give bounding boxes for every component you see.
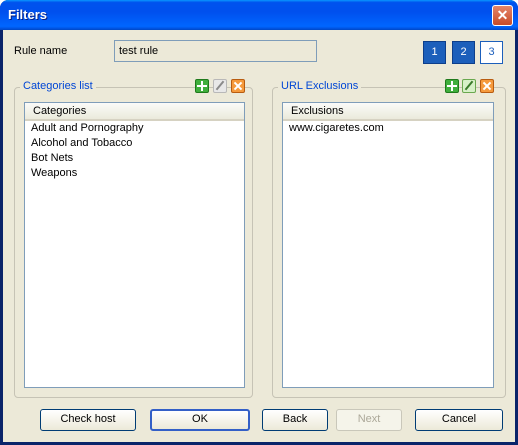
url-exclusions-group-label: URL Exclusions (278, 80, 362, 92)
dialog-body: Rule name 1 2 3 Categories list Categori… (3, 30, 515, 442)
rule-name-input[interactable] (114, 40, 317, 62)
page-button-1[interactable]: 1 (423, 41, 446, 64)
delete-exclusion-icon[interactable] (480, 79, 494, 93)
title-bar[interactable]: Filters ✕ (0, 0, 518, 30)
edit-exclusion-icon[interactable] (462, 79, 476, 93)
list-item[interactable]: Alcohol and Tobacco (25, 136, 244, 151)
back-button[interactable]: Back (262, 409, 328, 431)
add-exclusion-icon[interactable] (445, 79, 459, 93)
next-button: Next (336, 409, 402, 431)
exclusions-column-header[interactable]: Exclusions (283, 103, 493, 121)
categories-group: Categories list Categories Adult and Por… (14, 79, 253, 398)
window-title: Filters (8, 7, 48, 22)
close-button[interactable]: ✕ (492, 5, 513, 26)
url-exclusions-group: URL Exclusions Exclusions www.cigaretes.… (272, 79, 506, 398)
list-item[interactable]: Adult and Pornography (25, 121, 244, 136)
edit-category-icon (213, 79, 227, 93)
rule-name-label: Rule name (14, 45, 68, 57)
categories-group-label: Categories list (20, 80, 96, 92)
filters-window: Filters ✕ Rule name 1 2 3 Categories lis… (0, 0, 518, 445)
list-item[interactable]: www.cigaretes.com (283, 121, 493, 136)
categories-column-header[interactable]: Categories (25, 103, 244, 121)
delete-category-icon[interactable] (231, 79, 245, 93)
ok-button[interactable]: OK (150, 409, 250, 431)
add-category-icon[interactable] (195, 79, 209, 93)
check-host-button[interactable]: Check host (40, 409, 136, 431)
list-item[interactable]: Bot Nets (25, 151, 244, 166)
page-button-2[interactable]: 2 (452, 41, 475, 64)
cancel-button[interactable]: Cancel (415, 409, 503, 431)
categories-listbox[interactable]: Categories Adult and Pornography Alcohol… (24, 102, 245, 388)
exclusions-listbox[interactable]: Exclusions www.cigaretes.com (282, 102, 494, 388)
page-button-3[interactable]: 3 (480, 41, 503, 64)
list-item[interactable]: Weapons (25, 166, 244, 181)
